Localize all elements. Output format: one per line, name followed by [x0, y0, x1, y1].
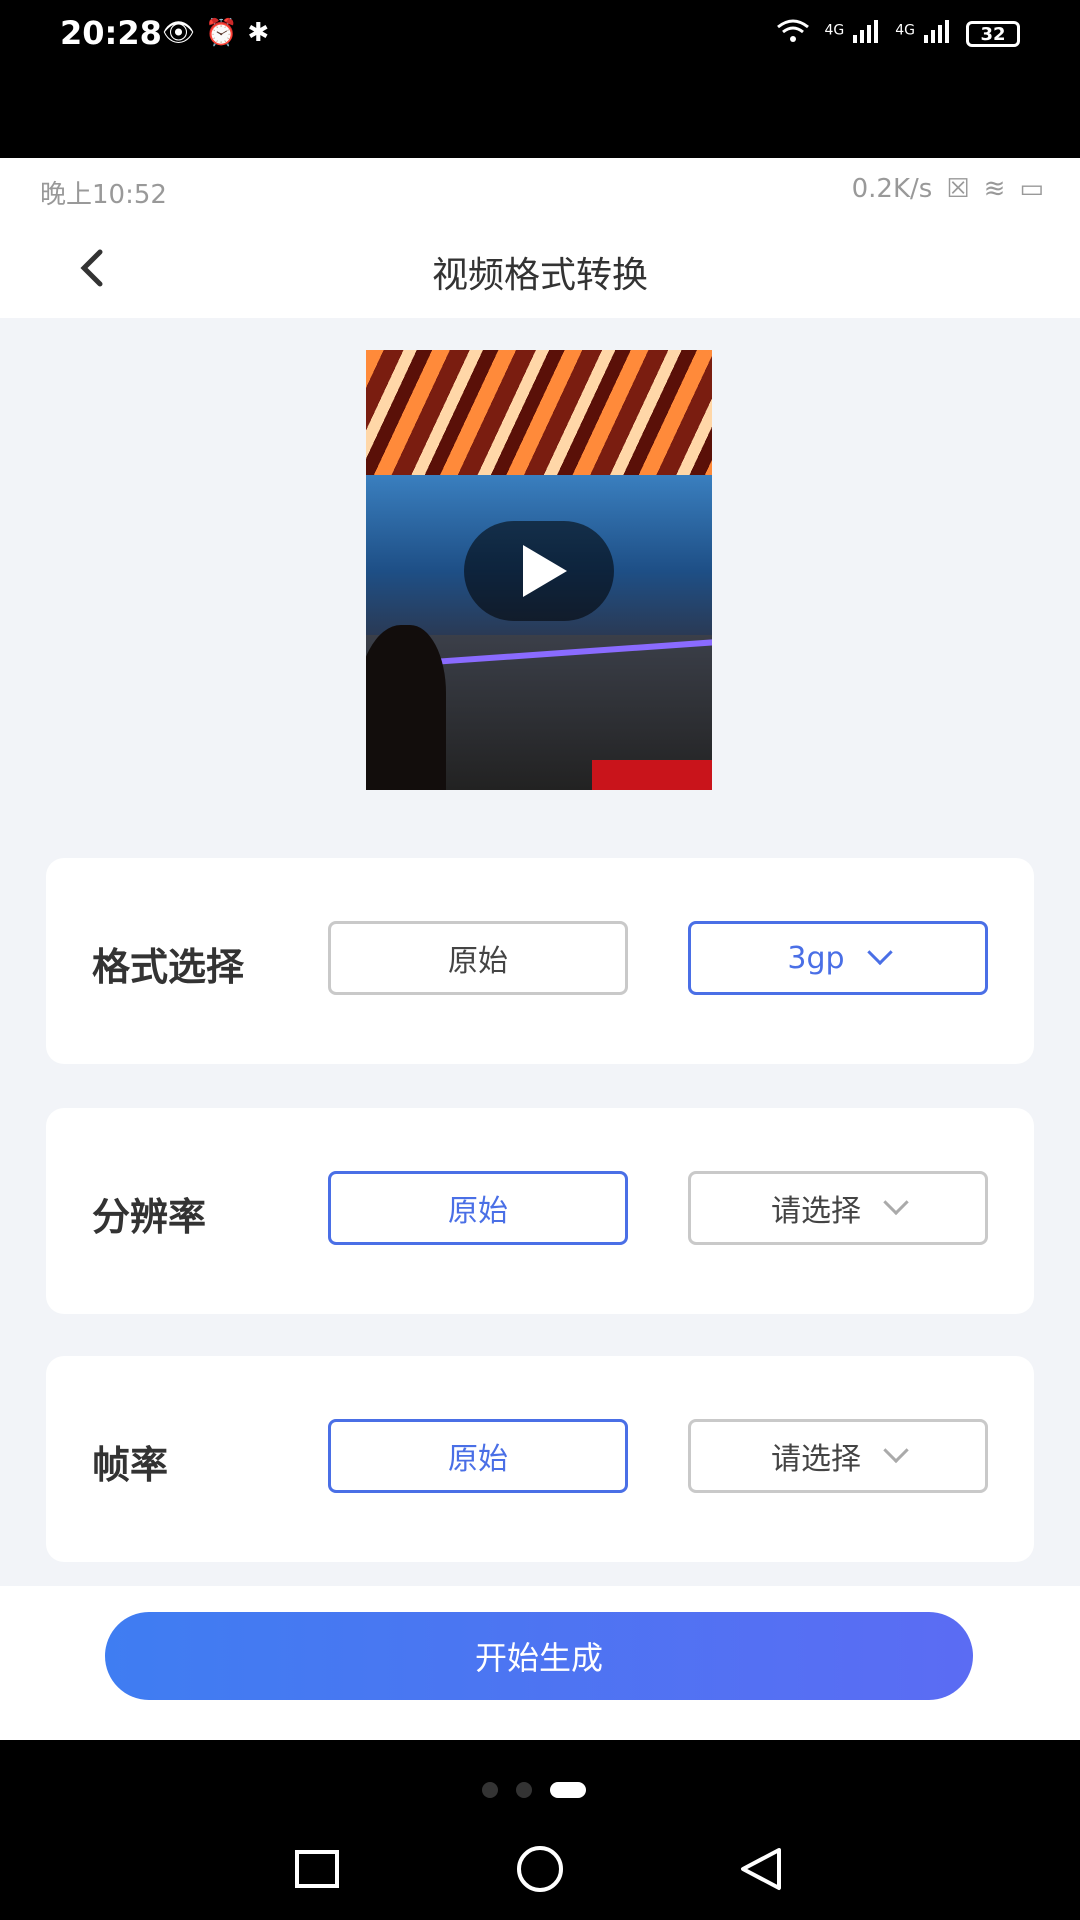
square-icon	[295, 1850, 339, 1888]
resolution-original-option[interactable]: 原始	[328, 1171, 628, 1245]
chevron-down-icon	[883, 1189, 909, 1216]
page-title: 视频格式转换	[431, 255, 648, 296]
signal-icon-2: 4G	[895, 19, 952, 49]
framerate-select-dropdown[interactable]: 请选择	[688, 1419, 988, 1493]
circle-icon	[517, 1846, 563, 1892]
chevron-down-icon	[883, 1437, 909, 1464]
back-nav-button[interactable]	[733, 1840, 793, 1900]
page-indicator	[482, 1782, 586, 1798]
battery-icon: 32	[966, 21, 1020, 47]
system-navigation-bar	[0, 1840, 1080, 1920]
triangle-back-icon	[741, 1848, 781, 1890]
header-bar: 视频格式转换	[0, 218, 1080, 318]
system-status-bar: 20:28 👁 ⏰ ✱ 4G 4G 32	[0, 0, 1080, 158]
sim-icon: ☒	[946, 174, 970, 204]
page-dot-active	[550, 1782, 586, 1798]
play-icon	[523, 545, 567, 597]
app-screen: 晚上10:52 0.2K/s ☒ ≋ ▭ 视频格式转换 格式选择 原始 3gp	[0, 158, 1080, 1740]
framerate-card: 帧率 原始 请选择	[46, 1356, 1034, 1562]
page-dot	[516, 1782, 532, 1798]
play-button[interactable]	[464, 521, 614, 621]
start-generate-button[interactable]: 开始生成	[105, 1612, 973, 1700]
framerate-label: 帧率	[92, 1443, 169, 1487]
framerate-original-option[interactable]: 原始	[328, 1419, 628, 1493]
recents-button[interactable]	[287, 1840, 347, 1900]
battery-icon-small: ▭	[1019, 174, 1044, 204]
alarm-icon: ⏰	[205, 18, 238, 48]
signal-icon-1: 4G	[824, 19, 881, 49]
format-card: 格式选择 原始 3gp	[46, 858, 1034, 1064]
format-select-dropdown[interactable]: 3gp	[688, 921, 988, 995]
eye-icon: 👁	[162, 18, 196, 48]
inner-status-time: 晚上10:52	[40, 180, 167, 210]
home-button[interactable]	[510, 1840, 570, 1900]
wifi-icon-small: ≋	[983, 174, 1006, 204]
bluetooth-icon: ✱	[247, 18, 270, 48]
format-original-option[interactable]: 原始	[328, 921, 628, 995]
page-dot	[482, 1782, 498, 1798]
chevron-down-icon	[866, 939, 893, 966]
bottom-action-area: 开始生成	[0, 1586, 1080, 1740]
network-speed: 0.2K/s	[851, 174, 933, 204]
resolution-select-dropdown[interactable]: 请选择	[688, 1171, 988, 1245]
inner-status-bar: 晚上10:52 0.2K/s ☒ ≋ ▭	[0, 158, 1080, 218]
status-time: 20:28	[60, 14, 162, 52]
resolution-label: 分辨率	[92, 1195, 207, 1239]
resolution-card: 分辨率 原始 请选择	[46, 1108, 1034, 1314]
wifi-icon	[776, 18, 810, 50]
format-label: 格式选择	[92, 945, 245, 989]
